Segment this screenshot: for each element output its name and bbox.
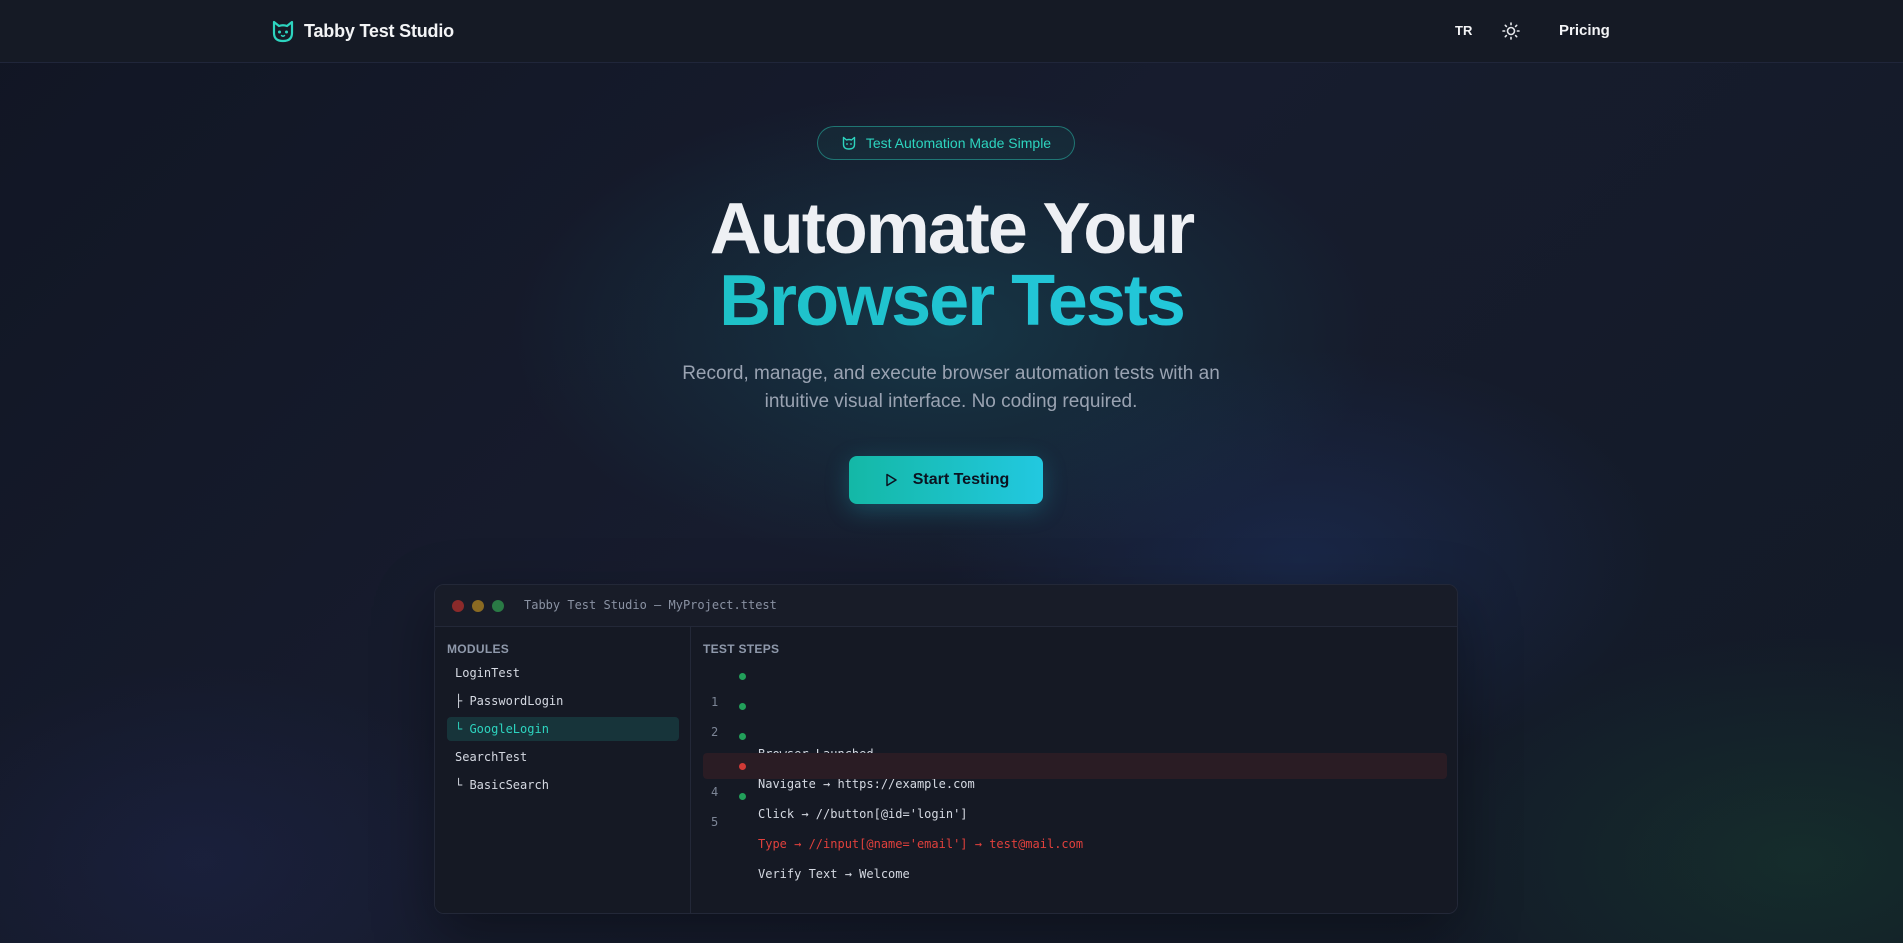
module-item[interactable]: SearchTest [447, 745, 679, 769]
module-item[interactable]: LoginTest [447, 661, 679, 685]
step-text: Type → //input[@name='email'] → test@mai… [758, 837, 1084, 851]
minimize-dot [472, 600, 484, 612]
start-testing-label: Start Testing [912, 471, 1010, 488]
modules-panel: MODULES LoginTest ├ PasswordLogin └ Goog… [435, 627, 691, 913]
test-step-row[interactable]: 5 Verify Text → Welcome [703, 783, 1447, 881]
hero-title-line1: Automate Your [709, 189, 1195, 269]
status-pass-icon [739, 733, 746, 740]
pricing-link[interactable]: Pricing [1559, 22, 1610, 39]
test-step-row[interactable]: 3 Click → //button[@id='login'] [703, 723, 1447, 821]
hero-badge: Test Automation Made Simple [817, 126, 1075, 160]
module-item-active[interactable]: └ GoogleLogin [447, 717, 679, 741]
cat-icon [842, 136, 856, 150]
app-window-preview: Tabby Test Studio — MyProject.ttest MODU… [434, 584, 1458, 914]
brand-name: Tabby Test Studio [304, 20, 454, 41]
test-step-row[interactable]: 1 Browser Launched [703, 663, 1447, 761]
start-testing-button[interactable]: Start Testing [849, 456, 1043, 504]
test-step-row-failed[interactable]: 4 Type → //input[@name='email'] → test@m… [703, 753, 1447, 851]
language-toggle[interactable]: TR [1455, 23, 1472, 38]
close-dot [452, 600, 464, 612]
hero-title-line2: Browser Tests [0, 264, 1903, 338]
status-fail-icon [739, 763, 746, 770]
status-pass-icon [739, 673, 746, 680]
badge-text: Test Automation Made Simple [865, 135, 1052, 151]
maximize-dot [492, 600, 504, 612]
cat-logo-icon [272, 20, 294, 43]
step-text: Verify Text → Welcome [758, 867, 910, 881]
hero-subtitle: Record, manage, and execute browser auto… [682, 363, 1220, 412]
test-steps-panel: TEST STEPS 1 Browser Launched 2 Navigate… [691, 627, 1457, 913]
test-step-row[interactable]: 2 Navigate → https://example.com [703, 693, 1447, 791]
module-item[interactable]: └ BasicSearch [447, 773, 679, 797]
window-title: Tabby Test Studio — MyProject.ttest [524, 598, 777, 612]
window-titlebar: Tabby Test Studio — MyProject.ttest [435, 585, 1457, 627]
module-item[interactable]: ├ PasswordLogin [447, 689, 679, 713]
status-pass-icon [739, 793, 746, 800]
status-pass-icon [739, 703, 746, 710]
top-nav: Tabby Test Studio TR Pricing [0, 0, 1903, 63]
play-icon [885, 473, 897, 487]
brand-link[interactable]: Tabby Test Studio [270, 18, 454, 44]
modules-header: MODULES [447, 642, 510, 656]
sun-icon[interactable] [1501, 21, 1521, 41]
step-number: 5 [711, 815, 719, 829]
test-steps-header: TEST STEPS [703, 642, 780, 656]
